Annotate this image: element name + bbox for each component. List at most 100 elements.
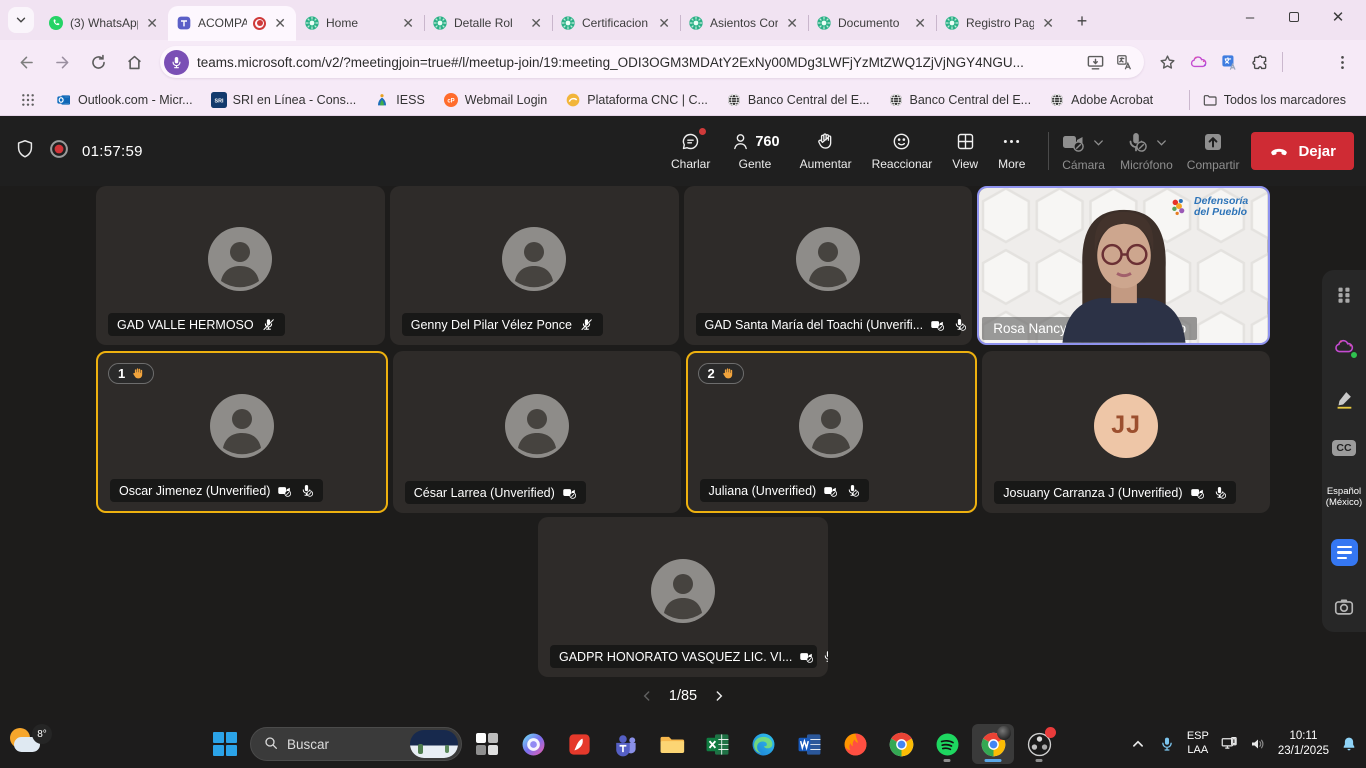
tab-search-button[interactable] — [8, 7, 34, 33]
close-button[interactable]: ✕ — [1316, 0, 1360, 34]
bookmark-item[interactable]: cPWebmail Login — [435, 89, 555, 111]
minimize-button[interactable]: – — [1228, 0, 1272, 34]
tab-close-icon[interactable]: ✕ — [1040, 14, 1056, 32]
tray-chevron-icon[interactable] — [1129, 735, 1147, 753]
meeting-nav-react[interactable]: Reaccionar — [865, 125, 940, 177]
taskbar-app-obs[interactable] — [1018, 724, 1060, 764]
highlighter-icon[interactable] — [1333, 388, 1355, 410]
tab-close-icon[interactable]: ✕ — [656, 14, 672, 32]
participant-tile[interactable]: GADPR HONORATO VASQUEZ LIC. VI... — [538, 517, 828, 677]
taskbar-app-chrome[interactable] — [880, 724, 922, 764]
weather-widget[interactable]: 8° — [8, 724, 52, 758]
all-bookmarks-button[interactable]: Todos los marcadores — [1194, 89, 1354, 111]
participant-tile[interactable]: GAD Santa María del Toachi (Unverifi... — [684, 186, 973, 345]
meeting-header: 01:57:59 Charlar760GenteAumentarReaccion… — [0, 116, 1366, 186]
taskbar-app-teams[interactable] — [604, 724, 646, 764]
browser-tab[interactable]: (3) WhatsApp✕ — [40, 6, 168, 40]
apps-grid-icon[interactable] — [12, 89, 44, 111]
bookmark-item[interactable]: Adobe Acrobat — [1041, 89, 1161, 111]
new-tab-button[interactable]: + — [1068, 7, 1096, 35]
cloud-extension-button[interactable] — [1333, 336, 1355, 358]
browser-tab[interactable]: ACOMPA✕ — [168, 6, 296, 40]
bookmark-item[interactable]: Banco Central del E... — [880, 89, 1040, 111]
profile-avatar[interactable] — [1295, 49, 1321, 75]
taskbar-app-copilot[interactable] — [512, 724, 554, 764]
mic-in-use-icon[interactable] — [164, 50, 189, 75]
chevron-down-icon[interactable] — [1154, 135, 1169, 150]
taskbar-app-spotify[interactable] — [926, 724, 968, 764]
participant-tile[interactable]: 2Juliana (Unverified) — [686, 351, 978, 513]
participant-tile[interactable]: Genny Del Pilar Vélez Ponce — [390, 186, 679, 345]
maximize-button[interactable] — [1272, 0, 1316, 34]
task-view-button[interactable] — [467, 724, 507, 764]
captions-button[interactable] — [1331, 539, 1358, 566]
install-app-icon[interactable] — [1086, 53, 1105, 72]
leave-button[interactable]: Dejar — [1251, 132, 1354, 170]
tab-close-icon[interactable]: ✕ — [144, 14, 160, 32]
taskbar-app-excel[interactable] — [696, 724, 738, 764]
browser-tab[interactable]: Asientos Cor✕ — [680, 6, 808, 40]
participant-tile[interactable]: 1Oscar Jimenez (Unverified) — [96, 351, 388, 513]
participant-tile[interactable]: GAD VALLE HERMOSO — [96, 186, 385, 345]
bookmark-item[interactable]: Banco Central del E... — [718, 89, 878, 111]
extensions-puzzle-icon[interactable] — [1251, 53, 1270, 72]
share-control[interactable]: Compartir — [1185, 126, 1242, 176]
meeting-nav-raise[interactable]: Aumentar — [793, 125, 859, 177]
participant-tile[interactable]: JJJosuany Carranza J (Unverified) — [982, 351, 1270, 513]
back-button[interactable] — [10, 46, 42, 78]
bookmark-item[interactable]: SRISRI en Línea - Cons... — [203, 89, 365, 111]
meeting-nav-people[interactable]: 760Gente — [723, 125, 786, 177]
mic-off-icon — [821, 649, 828, 664]
tab-close-icon[interactable]: ✕ — [912, 14, 928, 32]
chevron-down-icon[interactable] — [1091, 135, 1106, 150]
camera-control[interactable]: Cámara — [1059, 126, 1108, 176]
bookmark-star-icon[interactable] — [1158, 53, 1177, 72]
taskbar-search[interactable]: Buscar — [250, 727, 462, 761]
camera-capture-icon[interactable] — [1333, 596, 1355, 618]
tray-mic-icon[interactable] — [1158, 735, 1176, 753]
grip-icon[interactable] — [1333, 284, 1355, 306]
address-bar[interactable]: teams.microsoft.com/v2/?meetingjoin=true… — [160, 46, 1144, 78]
volume-icon[interactable] — [1249, 735, 1267, 753]
meeting-nav-view[interactable]: View — [945, 125, 985, 177]
reload-button[interactable] — [82, 46, 114, 78]
browser-tab[interactable]: Detalle Rol✕ — [424, 6, 552, 40]
taskbar-app-word[interactable] — [788, 724, 830, 764]
taskbar-app-pdf[interactable] — [558, 724, 600, 764]
tab-close-icon[interactable]: ✕ — [272, 14, 288, 32]
forward-button[interactable] — [46, 46, 78, 78]
taskbar-app-chrome-active[interactable] — [972, 724, 1014, 764]
browser-tab[interactable]: Documento✕ — [808, 6, 936, 40]
bookmark-item[interactable]: Outlook.com - Micr... — [48, 89, 201, 111]
translate-extension-icon[interactable] — [1220, 53, 1239, 72]
meeting-nav-more[interactable]: More — [991, 125, 1032, 177]
next-page-icon[interactable] — [711, 688, 727, 704]
clock[interactable]: 10:11 23/1/2025 — [1278, 729, 1329, 759]
tab-close-icon[interactable]: ✕ — [528, 14, 544, 32]
cloud-extension-icon[interactable] — [1189, 53, 1208, 72]
translate-page-icon[interactable] — [1115, 53, 1134, 72]
tab-close-icon[interactable]: ✕ — [400, 14, 416, 32]
browser-tab[interactable]: Certificacion✕ — [552, 6, 680, 40]
participant-tile[interactable]: César Larrea (Unverified) — [393, 351, 681, 513]
notifications-bell-icon[interactable] — [1340, 735, 1358, 753]
cam-off-icon — [799, 649, 814, 664]
start-button[interactable] — [205, 724, 245, 764]
participant-tile[interactable]: Defensoría del PuebloRosa Nancy Andrade … — [977, 186, 1270, 345]
network-icon[interactable] — [1220, 735, 1238, 753]
taskbar-app-explorer[interactable] — [650, 724, 692, 764]
meeting-nav-chat[interactable]: Charlar — [664, 125, 717, 177]
mic-control[interactable]: Micrófono — [1118, 126, 1175, 176]
language-switcher[interactable]: ESP LAA — [1187, 730, 1209, 758]
home-button[interactable] — [118, 46, 150, 78]
taskbar-app-firefox[interactable] — [834, 724, 876, 764]
browser-tab[interactable]: Home✕ — [296, 6, 424, 40]
browser-menu-icon[interactable] — [1333, 53, 1352, 72]
bookmark-item[interactable]: Plataforma CNC | C... — [557, 89, 716, 111]
cc-badge[interactable]: CC — [1332, 440, 1355, 456]
prev-page-icon[interactable] — [639, 688, 655, 704]
bookmark-item[interactable]: IESS — [366, 89, 433, 111]
taskbar-app-edge[interactable] — [742, 724, 784, 764]
tab-close-icon[interactable]: ✕ — [784, 14, 800, 32]
browser-tab[interactable]: Registro Pag✕ — [936, 6, 1064, 40]
